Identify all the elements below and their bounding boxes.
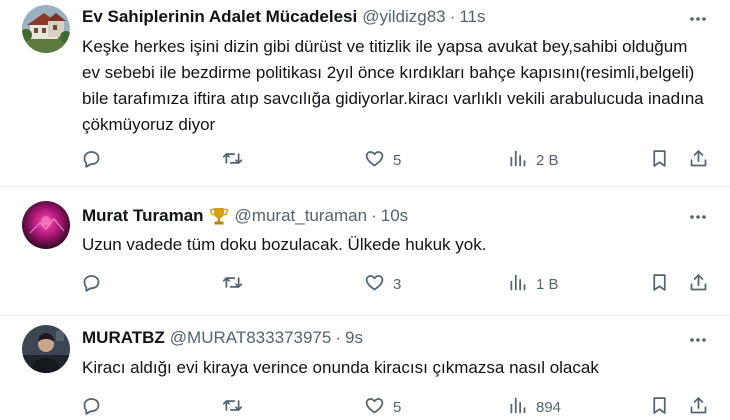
views-button[interactable]: 1 B bbox=[507, 272, 559, 296]
retweet-icon bbox=[222, 148, 243, 173]
user-handle[interactable]: @MURAT833373975 bbox=[170, 328, 332, 348]
views-icon bbox=[507, 148, 528, 173]
reply-button[interactable] bbox=[81, 272, 110, 296]
views-icon bbox=[507, 272, 528, 297]
views-icon bbox=[507, 395, 528, 420]
more-icon[interactable] bbox=[688, 330, 708, 350]
separator: · bbox=[335, 328, 341, 347]
retweet-button[interactable] bbox=[222, 272, 251, 296]
like-button[interactable]: 5 bbox=[364, 148, 401, 172]
reply-icon bbox=[81, 148, 102, 173]
bookmark-icon bbox=[649, 148, 670, 173]
heart-icon bbox=[364, 272, 385, 297]
like-button[interactable]: 5 bbox=[364, 395, 401, 419]
share-button[interactable] bbox=[688, 395, 709, 419]
views-button[interactable]: 894 bbox=[507, 395, 561, 419]
reply-icon bbox=[81, 395, 102, 420]
tweet-header: Murat Turaman @murat_turaman · 10s bbox=[82, 206, 408, 226]
reply-button[interactable] bbox=[81, 148, 110, 172]
tweet[interactable]: Murat Turaman @murat_turaman · 10s Uzun … bbox=[0, 188, 730, 316]
view-count: 894 bbox=[536, 398, 562, 416]
display-name[interactable]: Ev Sahiplerinin Adalet Mücadelesi bbox=[82, 7, 357, 27]
tweet-header: MURATBZ @MURAT833373975 · 9s bbox=[82, 328, 363, 348]
heart-icon bbox=[364, 148, 385, 173]
avatar[interactable] bbox=[22, 201, 70, 249]
bookmark-icon bbox=[649, 395, 670, 420]
share-button[interactable] bbox=[688, 272, 709, 296]
reply-icon bbox=[81, 272, 102, 297]
share-button[interactable] bbox=[688, 148, 709, 172]
tweet[interactable]: Ev Sahiplerinin Adalet Mücadelesi @yildi… bbox=[0, 0, 730, 187]
display-name[interactable]: Murat Turaman bbox=[82, 206, 204, 226]
share-icon bbox=[688, 395, 709, 420]
view-count: 2 B bbox=[536, 151, 559, 169]
bookmark-button[interactable] bbox=[649, 395, 670, 419]
trophy-icon bbox=[209, 207, 229, 226]
like-count: 5 bbox=[393, 151, 402, 169]
like-count: 3 bbox=[393, 275, 402, 293]
tweet-text: Uzun vadede tüm doku bozulacak. Ülkede h… bbox=[82, 235, 487, 254]
heart-icon bbox=[364, 395, 385, 420]
retweet-icon bbox=[222, 395, 243, 420]
user-handle[interactable]: @murat_turaman bbox=[235, 206, 368, 226]
bookmark-button[interactable] bbox=[649, 272, 670, 296]
share-icon bbox=[688, 148, 709, 173]
tweet[interactable]: MURATBZ @MURAT833373975 · 9s Kiracı aldı… bbox=[0, 317, 730, 420]
share-icon bbox=[688, 272, 709, 297]
tweet-text: Keşke herkes işini dizin gibi dürüst ve … bbox=[82, 37, 704, 134]
reply-button[interactable] bbox=[81, 395, 110, 419]
retweet-icon bbox=[222, 272, 243, 297]
retweet-button[interactable] bbox=[222, 395, 251, 419]
action-bar: 5 894 bbox=[0, 395, 730, 419]
bookmark-button[interactable] bbox=[649, 148, 670, 172]
user-handle[interactable]: @yildizg83 bbox=[362, 7, 445, 27]
more-icon[interactable] bbox=[688, 9, 708, 29]
tweet-text: Kiracı aldığı evi kiraya verince onunda … bbox=[82, 358, 599, 377]
display-name[interactable]: MURATBZ bbox=[82, 328, 165, 348]
separator: · bbox=[371, 206, 377, 225]
views-button[interactable]: 2 B bbox=[507, 148, 559, 172]
bookmark-icon bbox=[649, 272, 670, 297]
retweet-button[interactable] bbox=[222, 148, 251, 172]
more-icon[interactable] bbox=[688, 207, 708, 227]
timestamp[interactable]: 10s bbox=[381, 206, 408, 226]
action-bar: 5 2 B bbox=[0, 148, 730, 172]
separator: · bbox=[449, 7, 456, 26]
avatar[interactable] bbox=[22, 325, 70, 373]
timestamp[interactable]: 9s bbox=[345, 328, 363, 348]
view-count: 1 B bbox=[536, 275, 559, 293]
tweet-header: Ev Sahiplerinin Adalet Mücadelesi @yildi… bbox=[82, 7, 485, 27]
like-count: 5 bbox=[393, 398, 402, 416]
action-bar: 3 1 B bbox=[0, 272, 730, 296]
avatar[interactable] bbox=[22, 5, 70, 53]
timestamp[interactable]: 11s bbox=[459, 7, 485, 27]
like-button[interactable]: 3 bbox=[364, 272, 401, 296]
